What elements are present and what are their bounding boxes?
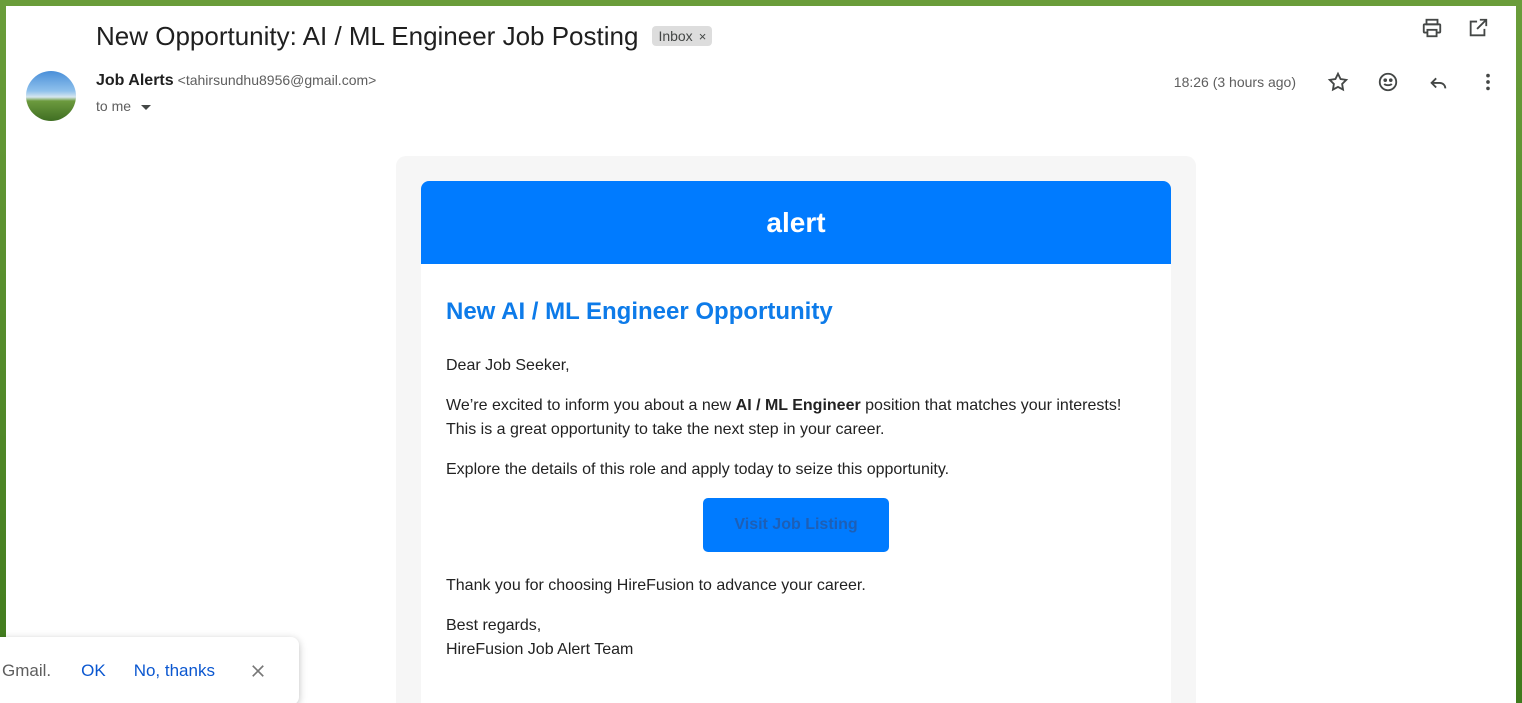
email-body-container: alert New AI / ML Engineer Opportunity D…: [396, 156, 1196, 703]
regards: Best regards,: [446, 617, 542, 634]
button-wrapper: Visit Job Listing: [446, 498, 1146, 552]
inbox-label-chip[interactable]: Inbox ×: [652, 26, 713, 46]
email-card-body: New AI / ML Engineer Opportunity Dear Jo…: [421, 264, 1171, 662]
toast-no-thanks-button[interactable]: No, thanks: [134, 661, 215, 681]
email-view: New Opportunity: AI / ML Engineer Job Po…: [6, 6, 1516, 703]
intro-paragraph: We’re excited to inform you about a new …: [446, 397, 1122, 438]
recipient-text: to me: [96, 98, 132, 114]
more-vert-icon[interactable]: [1476, 70, 1500, 94]
open-in-new-window-icon[interactable]: [1466, 16, 1490, 40]
remove-label-icon[interactable]: ×: [699, 29, 707, 44]
notification-toast: Gmail. OK No, thanks: [0, 637, 299, 703]
emoji-reaction-icon[interactable]: [1376, 70, 1400, 94]
subject-row: New Opportunity: AI / ML Engineer Job Po…: [96, 16, 713, 56]
toast-message: Gmail.: [2, 661, 52, 680]
close-icon[interactable]: [249, 662, 267, 680]
job-role: AI / ML Engineer: [735, 397, 861, 414]
opportunity-title: New AI / ML Engineer Opportunity: [446, 298, 833, 325]
toast-ok-button[interactable]: OK: [81, 661, 106, 681]
visit-job-listing-button[interactable]: Visit Job Listing: [703, 498, 889, 552]
greeting: Dear Job Seeker,: [446, 357, 570, 374]
sender-row: Job Alerts <tahirsundhu8956@gmail.com>: [96, 72, 376, 90]
message-actions: 18:26 (3 hours ago): [1174, 70, 1500, 94]
sender-email: <tahirsundhu8956@gmail.com>: [177, 72, 377, 88]
thread-actions: [1420, 16, 1490, 40]
print-icon[interactable]: [1420, 16, 1444, 40]
signature: HireFusion Job Alert Team: [446, 641, 634, 658]
email-card: alert New AI / ML Engineer Opportunity D…: [421, 181, 1171, 703]
sender-avatar[interactable]: [26, 71, 76, 121]
sender-name[interactable]: Job Alerts: [96, 72, 174, 90]
chevron-down-icon[interactable]: [141, 104, 152, 110]
thanks-paragraph: Thank you for choosing HireFusion to adv…: [446, 577, 866, 594]
star-icon[interactable]: [1326, 70, 1350, 94]
recipient-row[interactable]: to me: [96, 98, 152, 114]
timestamp: 18:26 (3 hours ago): [1173, 74, 1296, 90]
label-text: Inbox: [658, 28, 693, 44]
explore-paragraph: Explore the details of this role and app…: [446, 461, 950, 478]
alert-header: alert: [421, 181, 1171, 264]
reply-icon[interactable]: [1426, 70, 1450, 94]
email-subject: New Opportunity: AI / ML Engineer Job Po…: [96, 20, 639, 51]
